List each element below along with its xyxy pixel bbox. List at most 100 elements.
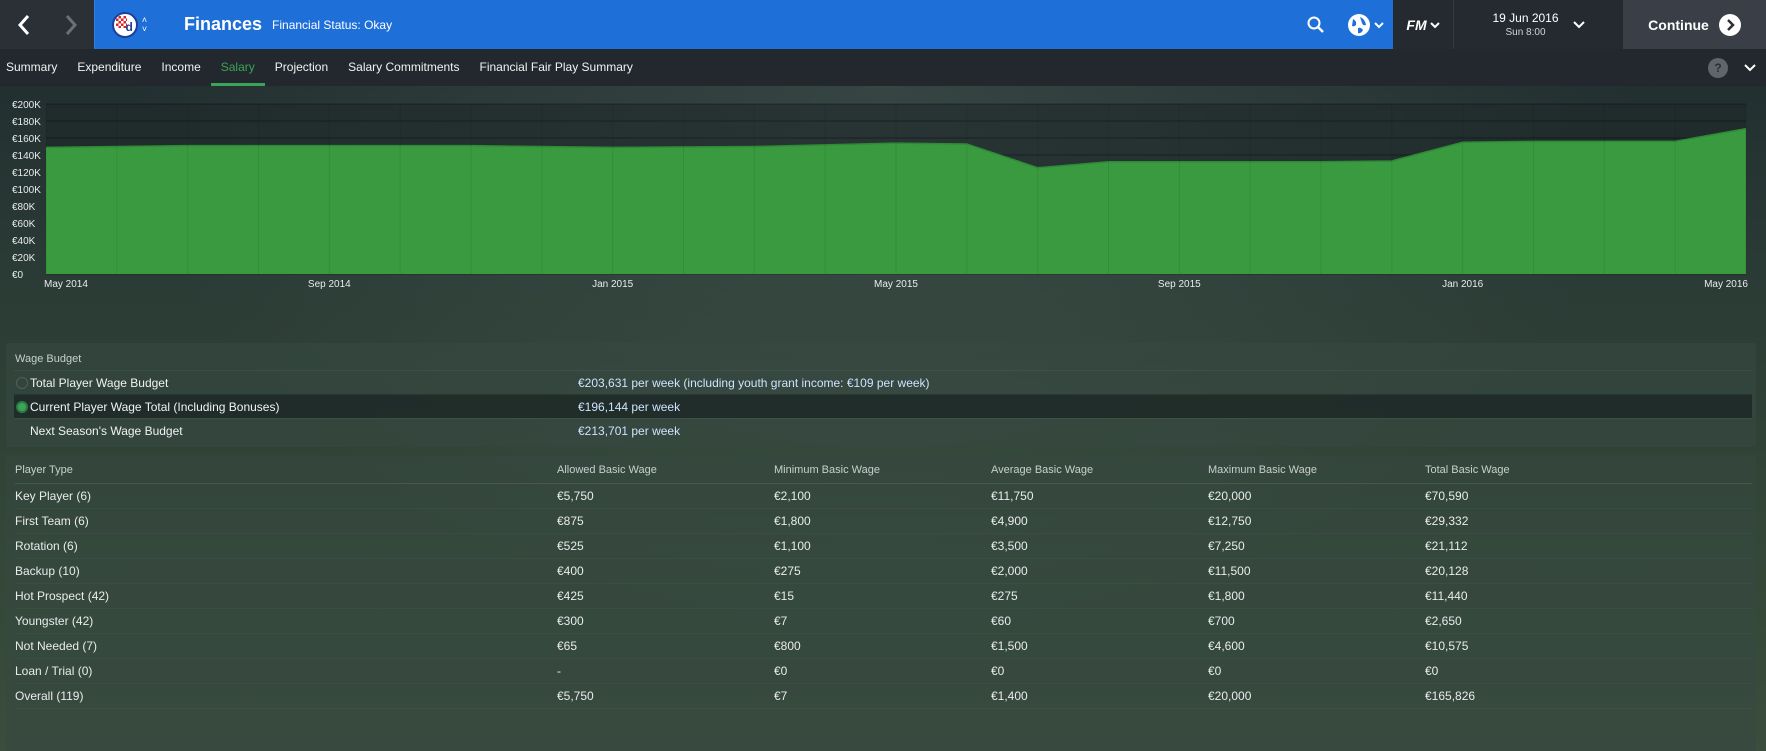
column-header[interactable]: Player Type <box>15 464 557 476</box>
table-cell: - <box>557 664 561 678</box>
table-cell: €7 <box>774 689 788 703</box>
back-button[interactable] <box>0 0 47 49</box>
wage-row-value: €213,701 per week <box>578 423 681 438</box>
table-cell: Hot Prospect (42) <box>15 589 110 603</box>
search-icon <box>1307 16 1324 33</box>
wage-budget-row: Current Player Wage Total (Including Bon… <box>14 394 1752 418</box>
table-cell: €10,575 <box>1425 639 1469 653</box>
table-header-row: Player Type Allowed Basic Wage Minimum B… <box>15 456 1752 484</box>
table-cell: Overall (119) <box>15 689 84 703</box>
table-row[interactable]: Key Player (6) €5,750 €2,100 €11,750 €20,000… <box>15 484 1752 509</box>
legend-green-dot-icon <box>16 400 28 413</box>
table-cell: €70,590 <box>1425 489 1469 503</box>
table-cell: €20,000 <box>1208 689 1252 703</box>
search-button[interactable] <box>1295 0 1337 49</box>
table-cell: €165,826 <box>1425 689 1476 703</box>
current-date: 19 Jun 2016 <box>1492 11 1559 25</box>
table-cell: Backup (10) <box>15 564 80 578</box>
table-cell: €4,900 <box>991 514 1028 528</box>
fm-logo: FM <box>1406 16 1427 33</box>
table-cell: Youngster (42) <box>15 614 94 628</box>
table-cell: €425 <box>557 589 584 603</box>
wage-budget-title: Wage Budget <box>15 353 82 365</box>
table-row[interactable]: Overall (119) €5,750 €7 €1,400 €20,000 €165,8… <box>15 684 1752 709</box>
tab-expenditure[interactable]: Expenditure <box>67 49 151 86</box>
tab-projection[interactable]: Projection <box>265 49 338 86</box>
help-button[interactable]: ? <box>1708 57 1728 78</box>
table-cell: Rotation (6) <box>15 539 78 553</box>
table-row[interactable]: Rotation (6) €525 €1,100 €3,500 €7,250 €21,11… <box>15 534 1752 559</box>
club-crest-icon: d <box>111 11 138 38</box>
chevron-down-icon[interactable] <box>1744 63 1756 72</box>
x-tick-label: Sep 2015 <box>1158 279 1201 290</box>
table-cell: €275 <box>991 589 1018 603</box>
column-header[interactable]: Average Basic Wage <box>991 464 1208 476</box>
chevron-down-icon <box>1373 21 1384 28</box>
table-cell: €11,750 <box>991 489 1034 503</box>
column-header[interactable]: Allowed Basic Wage <box>557 464 774 476</box>
table-row[interactable]: Youngster (42) €300 €7 €60 €700 €2,650 <box>15 609 1752 634</box>
wage-row-label: Total Player Wage Budget <box>30 375 169 390</box>
tab-salary-commitments[interactable]: Salary Commitments <box>338 49 469 86</box>
table-cell: €20,000 <box>1208 489 1252 503</box>
column-header[interactable]: Maximum Basic Wage <box>1208 464 1425 476</box>
wage-row-value: €196,144 per week <box>578 399 681 414</box>
date-selector[interactable]: 19 Jun 2016 Sun 8:00 <box>1453 0 1623 49</box>
player-types-panel: Player Type Allowed Basic Wage Minimum B… <box>6 456 1756 751</box>
y-tick-label: €60K <box>12 219 36 230</box>
y-tick-label: €160K <box>12 134 41 145</box>
x-tick-label: May 2016 <box>1704 279 1748 290</box>
table-cell: €60 <box>991 614 1012 628</box>
table-cell: €1,800 <box>774 514 811 528</box>
y-tick-label: €40K <box>12 236 36 247</box>
fm-menu-button[interactable]: FM <box>1393 0 1453 49</box>
y-tick-label: €120K <box>12 168 41 179</box>
table-cell: €300 <box>557 614 584 628</box>
table-row[interactable]: Backup (10) €400 €275 €2,000 €11,500 €20,128 <box>15 559 1752 584</box>
table-cell: €400 <box>557 564 584 578</box>
x-tick-label: Jan 2015 <box>592 279 634 290</box>
tab-financial-fair-play-summary[interactable]: Financial Fair Play Summary <box>470 49 643 86</box>
x-tick-label: May 2015 <box>874 279 918 290</box>
table-cell: €11,500 <box>1208 564 1251 578</box>
table-cell: €2,650 <box>1425 614 1462 628</box>
table-cell: Not Needed (7) <box>15 639 98 653</box>
y-tick-label: €180K <box>12 117 41 128</box>
y-tick-label: €200K <box>12 100 41 111</box>
tab-summary[interactable]: Summary <box>0 49 67 86</box>
current-time: Sun 8:00 <box>1505 27 1546 38</box>
table-cell: €0 <box>774 664 788 678</box>
y-tick-label: €0 <box>12 270 24 281</box>
salary-chart: €0 €20K €40K €60K €80K €100K €120K €140K €160K €1… <box>0 86 1766 330</box>
table-cell: €700 <box>1208 614 1235 628</box>
table-cell: €1,800 <box>1208 589 1245 603</box>
table-row[interactable]: Hot Prospect (42) €425 €15 €275 €1,800 €11,44… <box>15 584 1752 609</box>
x-tick-label: May 2014 <box>44 279 88 290</box>
continue-button[interactable]: Continue <box>1623 0 1766 49</box>
table-cell: Loan / Trial (0) <box>15 664 93 678</box>
table-row[interactable]: First Team (6) €875 €1,800 €4,900 €12,750 €29… <box>15 509 1752 534</box>
column-header[interactable]: Total Basic Wage <box>1425 464 1625 476</box>
table-cell: €0 <box>1208 664 1222 678</box>
table-cell: €15 <box>774 589 795 603</box>
table-row[interactable]: Loan / Trial (0) - €0 €0 €0 €0 <box>15 659 1752 684</box>
chevron-down-icon <box>1572 20 1585 28</box>
club-selector[interactable]: d ˄ ˅ <box>94 0 164 49</box>
table-cell: €20,128 <box>1425 564 1469 578</box>
x-tick-label: Jan 2016 <box>1442 279 1484 290</box>
tab-salary[interactable]: Salary <box>210 49 265 86</box>
tab-income[interactable]: Income <box>151 49 210 86</box>
forward-button[interactable] <box>47 0 94 49</box>
table-cell: €11,440 <box>1425 589 1468 603</box>
y-tick-label: €80K <box>12 202 36 213</box>
wage-row-value: €203,631 per week (including youth grant… <box>578 375 930 390</box>
table-cell: €1,400 <box>991 689 1028 703</box>
financial-status: Financial Status: Okay <box>272 17 393 32</box>
column-header[interactable]: Minimum Basic Wage <box>774 464 991 476</box>
y-tick-label: €20K <box>12 253 36 264</box>
table-row[interactable]: Not Needed (7) €65 €800 €1,500 €4,600 €10,575 <box>15 634 1752 659</box>
continue-label: Continue <box>1648 16 1709 33</box>
world-menu-button[interactable] <box>1337 0 1393 49</box>
table-cell: €2,100 <box>774 489 811 503</box>
salary-area-chart: €0 €20K €40K €60K €80K €100K €120K €140K €160K €1… <box>12 100 1748 290</box>
